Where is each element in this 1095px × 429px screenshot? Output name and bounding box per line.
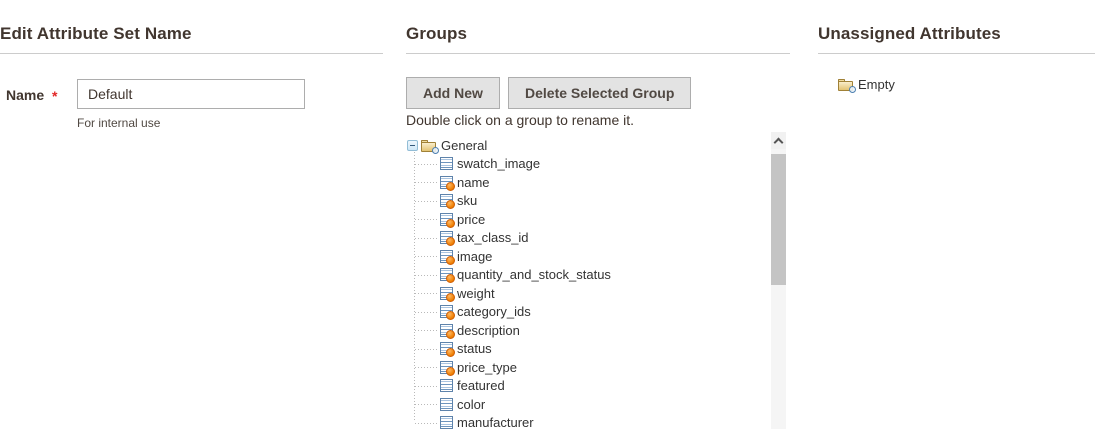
tree-item-label: status: [457, 341, 492, 356]
scrollbar-thumb[interactable]: [771, 154, 786, 285]
attribute-icon: [440, 379, 453, 392]
unassigned-empty-item: Empty: [838, 77, 1095, 92]
tree-item-price_type[interactable]: price_type: [406, 358, 771, 377]
group-tree-children: swatch_imagename sku price tax_class_idimag…: [406, 155, 771, 429]
tree-item-general[interactable]: General: [406, 136, 771, 155]
groups-title: Groups: [406, 0, 790, 54]
name-form-row: Name * For internal use: [0, 54, 383, 124]
groups-hint: Double click on a group to rename it.: [406, 112, 790, 128]
folder-zoom-icon: [421, 140, 437, 152]
tree-item-description[interactable]: description: [406, 321, 771, 340]
tree-item-label: price_type: [457, 360, 517, 375]
scrollbar-up-button[interactable]: [771, 132, 786, 149]
tree-item-manufacturer[interactable]: manufacturer: [406, 414, 771, 429]
attribute-system-icon: [440, 361, 453, 374]
tree-item-image[interactable]: image: [406, 247, 771, 266]
tree-item-label: weight: [457, 286, 495, 301]
unassigned-attributes-panel: Unassigned Attributes Empty: [818, 0, 1095, 92]
edit-attribute-set-panel: Edit Attribute Set Name Name * For inter…: [0, 0, 383, 124]
attribute-icon: [440, 416, 453, 429]
tree-item-sku[interactable]: sku: [406, 192, 771, 211]
unassigned-attributes-title: Unassigned Attributes: [818, 0, 1095, 54]
tree-item-swatch_image[interactable]: swatch_image: [406, 155, 771, 174]
tree-item-name[interactable]: name: [406, 173, 771, 192]
tree-item-label: featured: [457, 378, 505, 393]
tree-item-category_ids[interactable]: category_ids: [406, 303, 771, 322]
tree-item-label: manufacturer: [457, 415, 534, 429]
name-note: For internal use: [77, 116, 160, 130]
edit-attribute-set-title: Edit Attribute Set Name: [0, 0, 383, 54]
attribute-icon: [440, 157, 453, 170]
attribute-icon: [440, 398, 453, 411]
groups-button-row: Add New Delete Selected Group: [406, 54, 790, 110]
attribute-system-icon: [440, 250, 453, 263]
tree-item-label: color: [457, 397, 485, 412]
tree-item-label: category_ids: [457, 304, 531, 319]
tree-item-label: description: [457, 323, 520, 338]
delete-selected-group-button[interactable]: Delete Selected Group: [508, 77, 691, 109]
attribute-system-icon: [440, 176, 453, 189]
tree-item-label: image: [457, 249, 492, 264]
tree-item-label: tax_class_id: [457, 230, 529, 245]
tree-item-label: quantity_and_stock_status: [457, 267, 611, 282]
tree-item-color[interactable]: color: [406, 395, 771, 414]
attribute-system-icon: [440, 268, 453, 281]
tree-item-label: name: [457, 175, 490, 190]
tree-item-tax_class_id[interactable]: tax_class_id: [406, 229, 771, 248]
attribute-system-icon: [440, 342, 453, 355]
attribute-system-icon: [440, 213, 453, 226]
attribute-system-icon: [440, 194, 453, 207]
attribute-system-icon: [440, 324, 453, 337]
tree-item-status[interactable]: status: [406, 340, 771, 359]
tree-item-label: swatch_image: [457, 156, 540, 171]
groups-tree-viewport: General swatch_imagename sku price tax_clas…: [406, 132, 771, 429]
attribute-system-icon: [440, 287, 453, 300]
name-input[interactable]: [77, 79, 305, 109]
required-asterisk: *: [52, 88, 57, 104]
tree-item-price[interactable]: price: [406, 210, 771, 229]
tree-item-label: General: [441, 138, 487, 153]
groups-tree: General swatch_imagename sku price tax_clas…: [406, 132, 786, 429]
name-label: Name: [6, 87, 44, 103]
tree-item-label: sku: [457, 193, 477, 208]
tree-item-label: price: [457, 212, 485, 227]
tree-item-featured[interactable]: featured: [406, 377, 771, 396]
collapse-minus-icon[interactable]: [407, 140, 418, 151]
unassigned-empty-label: Empty: [858, 77, 895, 92]
attribute-system-icon: [440, 231, 453, 244]
add-new-button[interactable]: Add New: [406, 77, 500, 109]
groups-panel: Groups Add New Delete Selected Group Dou…: [406, 0, 790, 429]
tree-item-quantity_and_stock_status[interactable]: quantity_and_stock_status: [406, 266, 771, 285]
attribute-system-icon: [440, 305, 453, 318]
tree-item-weight[interactable]: weight: [406, 284, 771, 303]
tree-scrollbar[interactable]: [771, 132, 786, 429]
folder-zoom-icon: [838, 79, 854, 91]
